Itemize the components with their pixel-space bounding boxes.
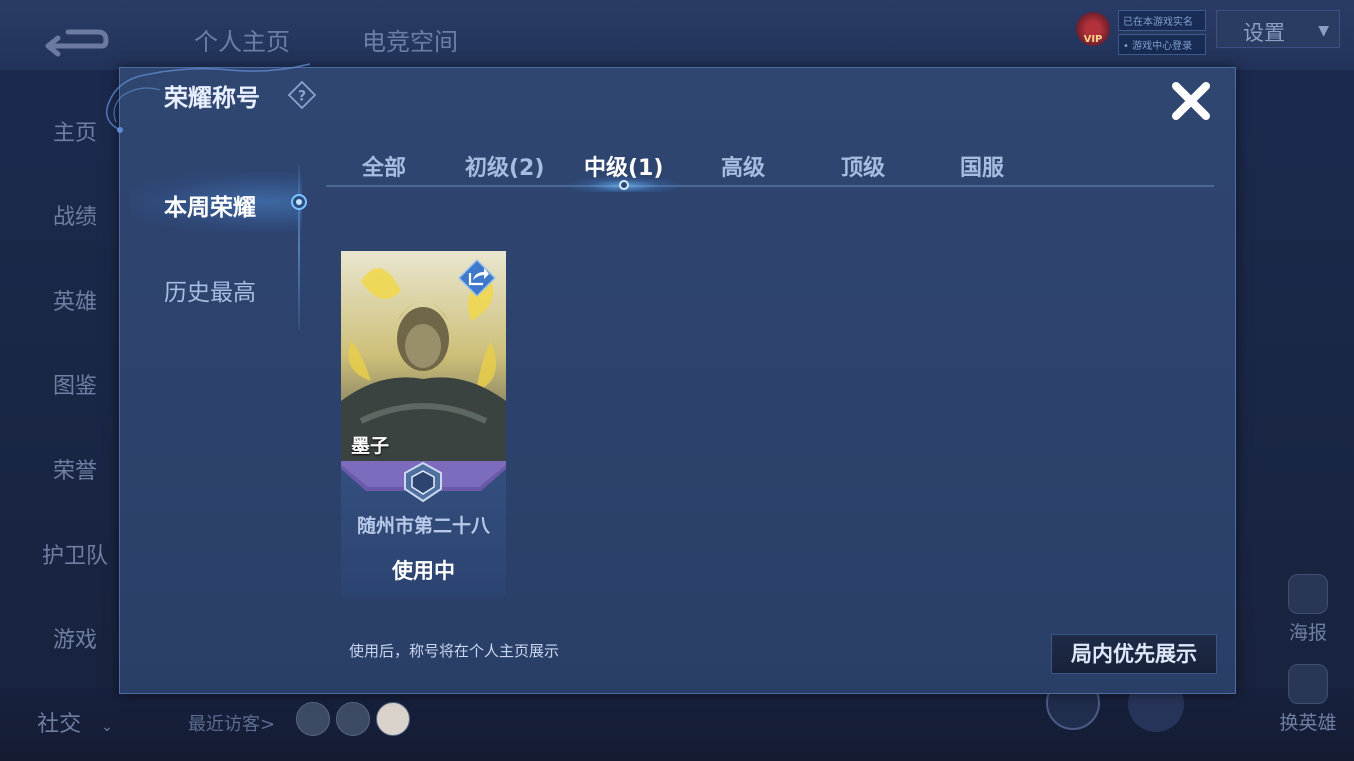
change-hero-label: 换英雄	[1279, 712, 1337, 734]
tab-top[interactable]: 顶级	[841, 150, 885, 182]
side-tab-history-best[interactable]: 历史最高	[164, 273, 256, 307]
help-icon[interactable]: ?	[288, 81, 316, 109]
tab-all[interactable]: 全部	[362, 150, 406, 182]
poster-icon	[1288, 574, 1328, 614]
vip-badge[interactable]: VIP	[1076, 12, 1110, 46]
poster-label: 海报	[1288, 622, 1327, 644]
recent-visitors-link[interactable]: 最近访客>	[188, 710, 275, 736]
hero-name: 墨子	[351, 435, 390, 457]
tab-advanced[interactable]: 高级	[721, 150, 765, 182]
side-tab-this-week[interactable]: 本周荣耀	[164, 188, 256, 222]
chevron-down-icon: ▼	[1318, 23, 1329, 39]
tab-underline	[326, 185, 1214, 187]
tab-national[interactable]: 国服	[960, 150, 1004, 182]
vip-info: 已在本游戏实名 • 游戏中心登录	[1118, 10, 1206, 58]
change-hero-icon	[1288, 664, 1328, 704]
side-tab-indicator	[291, 194, 307, 210]
share-icon[interactable]	[457, 258, 497, 298]
visitor-avatar[interactable]	[376, 702, 410, 736]
in-use-status: 使用中	[392, 559, 455, 583]
settings-button[interactable]: 设置 ▼	[1216, 10, 1340, 48]
usage-hint: 使用后，称号将在个人主页展示	[349, 642, 560, 660]
tab-esports-space[interactable]: 电竞空间	[362, 22, 458, 57]
honor-title-modal	[119, 67, 1236, 694]
back-icon[interactable]	[40, 20, 110, 60]
settings-label: 设置	[1243, 21, 1285, 45]
modal-title: 荣耀称号	[164, 84, 260, 112]
tab-personal-home[interactable]: 个人主页	[194, 22, 290, 57]
side-divider	[298, 165, 300, 330]
priority-display-button[interactable]: 局内优先展示	[1051, 634, 1217, 674]
title-badge-band	[341, 461, 506, 503]
nav-social-label: 社交	[37, 712, 82, 737]
poster-button[interactable]: 海报	[1272, 574, 1344, 645]
visitor-avatar[interactable]	[296, 702, 330, 736]
chevron-down-icon: ⌄	[101, 719, 113, 735]
tab-beginner[interactable]: 初级(2)	[465, 150, 544, 182]
visitor-avatar[interactable]	[336, 702, 370, 736]
title-text: 随州市第二十八	[356, 515, 490, 537]
close-icon[interactable]	[1168, 78, 1214, 124]
vip-line: 已在本游戏实名	[1118, 10, 1206, 31]
nav-social[interactable]: 社交 ⌄	[0, 706, 150, 738]
active-tab-marker	[619, 180, 629, 190]
svg-text:?: ?	[298, 89, 306, 105]
change-hero-button[interactable]: 换英雄	[1272, 664, 1344, 735]
vip-line: • 游戏中心登录	[1118, 34, 1206, 55]
honor-title-card[interactable]: 墨子 随州市第二十八 使用中	[341, 251, 506, 597]
